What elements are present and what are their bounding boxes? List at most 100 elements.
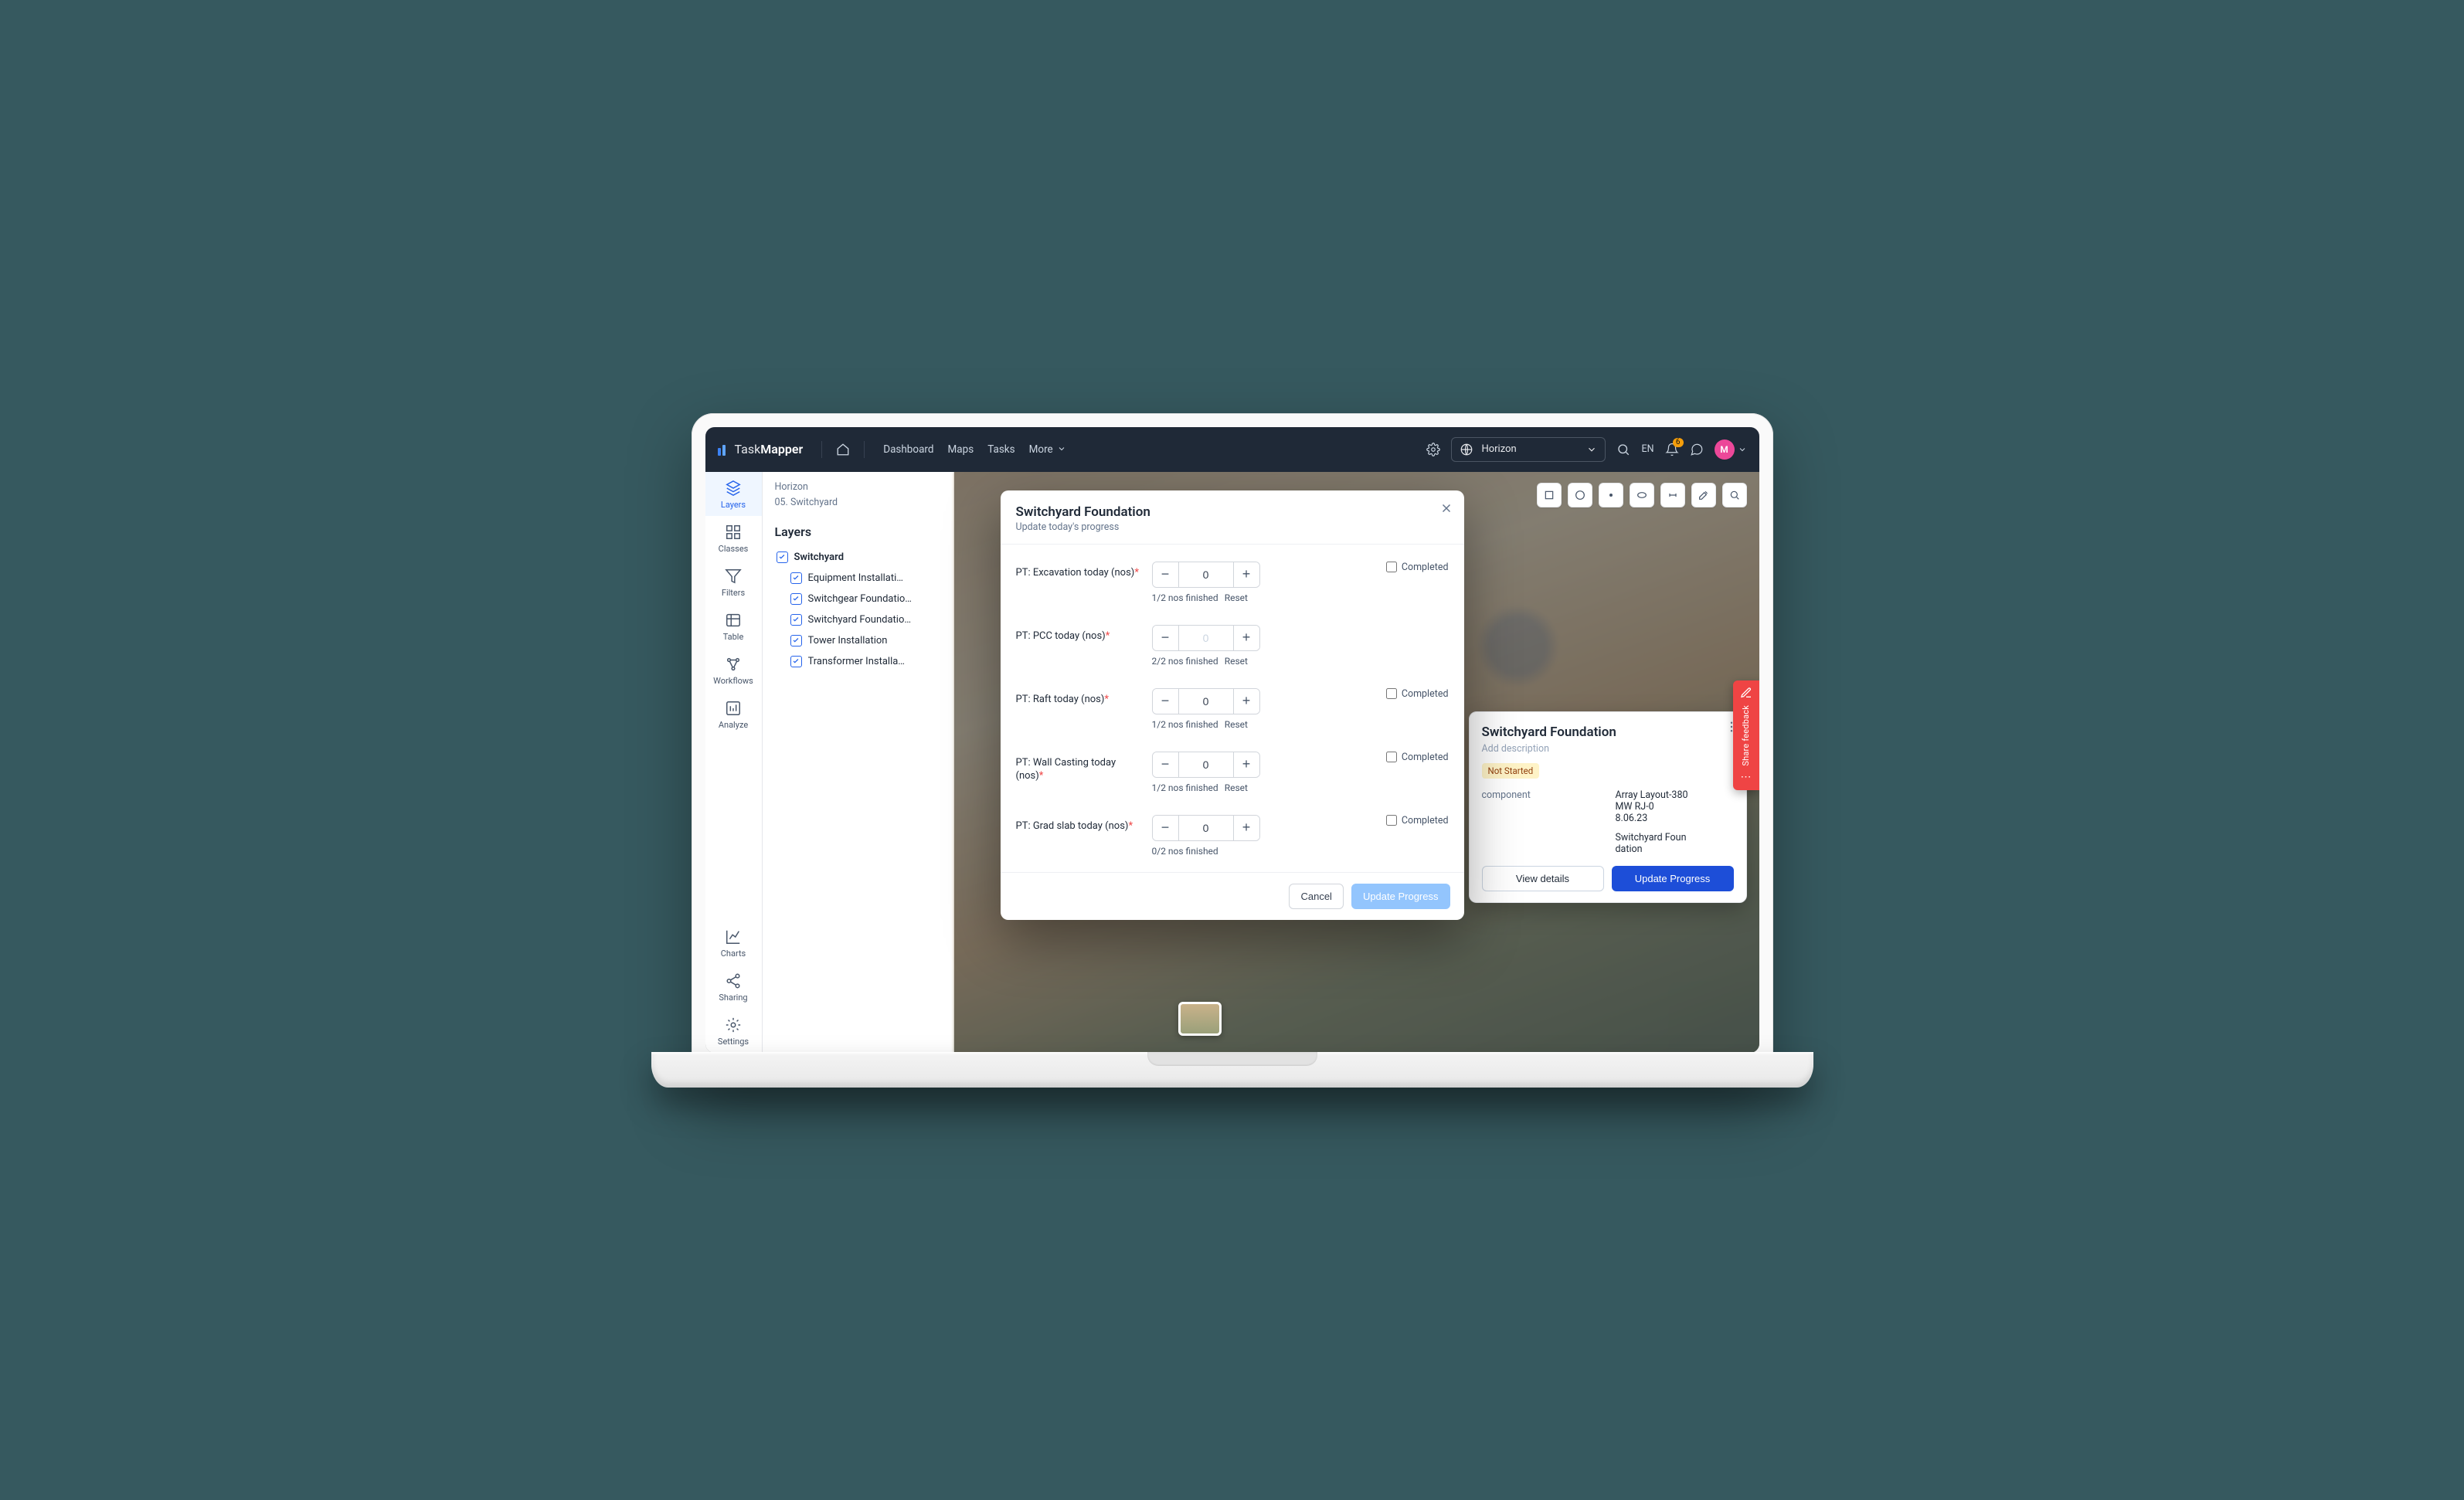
close-icon[interactable] [1439, 501, 1453, 515]
user-menu[interactable]: M [1715, 439, 1747, 460]
checkbox-icon[interactable] [777, 551, 788, 563]
field-label: PT: Wall Casting today (nos)* [1016, 752, 1140, 783]
increment-button[interactable]: + [1233, 562, 1259, 587]
topbar: TaskMapper Dashboard Maps Tasks More [705, 427, 1759, 472]
increment-button[interactable]: + [1233, 752, 1259, 777]
nav-more[interactable]: More [1029, 443, 1066, 456]
tree-item[interactable]: Switchyard Foundatio… [770, 609, 946, 630]
bell-icon[interactable]: 6 [1665, 443, 1679, 456]
quantity-control: −+1/2 nos finishedReset [1152, 562, 1260, 603]
tree-item[interactable]: Equipment Installati… [770, 568, 946, 589]
progress-row: PT: Raft today (nos)*−+1/2 nos finishedR… [1016, 677, 1449, 741]
card-description[interactable]: Add description [1482, 743, 1734, 755]
grid-icon [725, 524, 742, 541]
decrement-button[interactable]: − [1153, 626, 1179, 650]
rail-classes[interactable]: Classes [705, 516, 762, 560]
screen: TaskMapper Dashboard Maps Tasks More [705, 427, 1759, 1053]
chat-icon[interactable] [1690, 443, 1704, 456]
tool-eyedropper-icon[interactable] [1691, 483, 1716, 507]
increment-button[interactable]: + [1233, 626, 1259, 650]
reset-link[interactable]: Reset [1225, 592, 1248, 603]
completed-checkbox[interactable]: Completed [1386, 752, 1449, 763]
brand[interactable]: TaskMapper [718, 442, 804, 456]
view-details-button[interactable]: View details [1482, 866, 1604, 891]
search-icon[interactable] [1616, 443, 1630, 456]
update-progress-button[interactable]: Update Progress [1612, 866, 1734, 891]
checkbox-icon[interactable] [790, 572, 802, 584]
quantity-input[interactable] [1179, 562, 1233, 587]
gear-icon[interactable] [1426, 443, 1440, 456]
lang-button[interactable]: EN [1641, 443, 1653, 455]
brand-name: TaskMapper [735, 442, 804, 456]
tool-ellipse-icon[interactable] [1630, 483, 1654, 507]
completed-checkbox[interactable]: Completed [1386, 562, 1449, 573]
tool-point-icon[interactable] [1599, 483, 1623, 507]
nav-maps[interactable]: Maps [948, 443, 974, 456]
tool-measure-icon[interactable] [1660, 483, 1685, 507]
completed-checkbox[interactable]: Completed [1386, 688, 1449, 700]
quantity-input[interactable] [1179, 689, 1233, 714]
checkbox-icon[interactable] [790, 656, 802, 667]
chevron-down-icon [1057, 444, 1066, 453]
increment-button[interactable]: + [1233, 689, 1259, 714]
quantity-stepper: −+ [1152, 815, 1260, 841]
tool-search-icon[interactable] [1722, 483, 1747, 507]
quantity-control: − +2/2 nos finishedReset [1152, 625, 1260, 667]
layers-icon [725, 480, 742, 497]
nav-dashboard[interactable]: Dashboard [883, 443, 933, 456]
reset-link[interactable]: Reset [1225, 656, 1248, 667]
rail-filters[interactable]: Filters [705, 560, 762, 604]
quantity-input[interactable] [1179, 626, 1233, 650]
completed-checkbox[interactable]: Completed [1386, 815, 1449, 826]
rail-layers[interactable]: Layers [705, 472, 762, 516]
decrement-button[interactable]: − [1153, 562, 1179, 587]
tree-item[interactable]: Tower Installation [770, 630, 946, 651]
submit-button[interactable]: Update Progress [1351, 884, 1450, 909]
tree-root[interactable]: Switchyard [770, 547, 946, 568]
crumb-2[interactable]: 05. Switchyard [775, 495, 941, 511]
laptop-frame: TaskMapper Dashboard Maps Tasks More [692, 413, 1773, 1088]
chart-icon [725, 928, 742, 945]
analyze-icon [725, 700, 742, 717]
increment-button[interactable]: + [1233, 816, 1259, 840]
checkbox-icon[interactable] [790, 593, 802, 605]
rail-workflows[interactable]: Workflows [705, 648, 762, 692]
progress-row: PT: Wall Casting today (nos)*−+1/2 nos f… [1016, 741, 1449, 804]
card-col1: component [1482, 789, 1600, 855]
more-horizontal-icon: ⋯ [1741, 772, 1752, 782]
rail-analyze[interactable]: Analyze [705, 692, 762, 736]
crumb-1[interactable]: Horizon [775, 480, 941, 495]
breadcrumb: Horizon 05. Switchyard [763, 472, 953, 514]
feedback-tab[interactable]: Share feedback ⋯ [1733, 680, 1759, 791]
tool-circle-icon[interactable] [1568, 483, 1592, 507]
rail-charts[interactable]: Charts [705, 921, 762, 965]
progress-row: PT: Excavation today (nos)*−+1/2 nos fin… [1016, 551, 1449, 614]
map-thumbnail[interactable] [1178, 1002, 1222, 1036]
tree-item[interactable]: Transformer Installa… [770, 651, 946, 672]
quantity-input[interactable] [1179, 752, 1233, 777]
checkbox-icon[interactable] [790, 635, 802, 646]
rail-settings[interactable]: Settings [705, 1009, 762, 1053]
nav-tasks[interactable]: Tasks [987, 443, 1014, 456]
helper-text: 2/2 nos finishedReset [1152, 656, 1260, 667]
field-label: PT: Raft today (nos)* [1016, 688, 1140, 707]
decrement-button[interactable]: − [1153, 816, 1179, 840]
home-icon[interactable] [836, 443, 850, 456]
checkbox-icon[interactable] [790, 614, 802, 626]
laptop-base [651, 1052, 1813, 1088]
quantity-input[interactable] [1179, 816, 1233, 840]
share-icon [725, 972, 742, 989]
reset-link[interactable]: Reset [1225, 782, 1248, 793]
rail-sharing[interactable]: Sharing [705, 965, 762, 1009]
tool-square-icon[interactable] [1537, 483, 1562, 507]
completed-wrap: Completed [1273, 562, 1449, 573]
decrement-button[interactable]: − [1153, 752, 1179, 777]
rail-table[interactable]: Table [705, 604, 762, 648]
asset-name: Horizon [1481, 443, 1579, 455]
asset-picker[interactable]: Horizon [1451, 437, 1606, 462]
reset-link[interactable]: Reset [1225, 719, 1248, 730]
tree-item[interactable]: Switchgear Foundatio… [770, 589, 946, 609]
quantity-control: −+1/2 nos finishedReset [1152, 688, 1260, 730]
decrement-button[interactable]: − [1153, 689, 1179, 714]
cancel-button[interactable]: Cancel [1289, 884, 1343, 909]
